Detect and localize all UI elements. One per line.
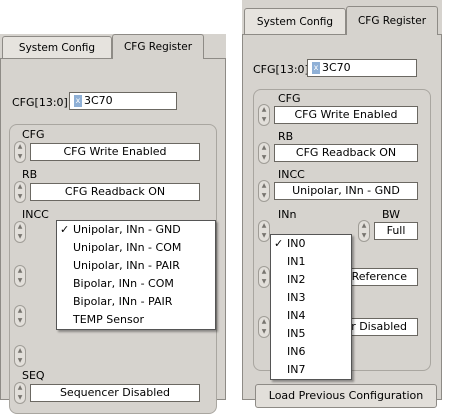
incc-ring[interactable]: ▲ ▼ bbox=[14, 221, 34, 243]
ring-arrows-icon[interactable]: ▲ ▼ bbox=[14, 181, 26, 203]
menu-item[interactable]: Bipolar, INn - PAIR bbox=[57, 293, 215, 311]
menu-item[interactable]: ✓ Unipolar, INn - GND bbox=[57, 221, 215, 239]
menu-item[interactable]: Bipolar, INn - COM bbox=[57, 275, 215, 293]
incc-ring-value: Unipolar, INn - GND bbox=[274, 182, 418, 200]
left-window: System Config CFG Register CFG[13:0] x 3C… bbox=[0, 34, 226, 414]
rb-ring-value: CFG Readback ON bbox=[274, 144, 418, 162]
ring-stub[interactable]: ▲ ▼ bbox=[14, 305, 34, 327]
load-previous-configuration-button[interactable]: Load Previous Configuration bbox=[255, 384, 437, 408]
checkmark-icon: ✓ bbox=[60, 223, 70, 236]
ring-arrows-icon[interactable]: ▲ ▼ bbox=[14, 221, 26, 243]
menu-item[interactable]: ✓ IN0 bbox=[271, 235, 351, 253]
ring-stub[interactable]: ▲ ▼ bbox=[14, 265, 34, 287]
menu-item-label: IN7 bbox=[287, 363, 306, 376]
seq-title: SEQ bbox=[22, 369, 45, 382]
menu-item-label: Unipolar, INn - PAIR bbox=[73, 259, 180, 272]
menu-item-label: IN3 bbox=[287, 291, 306, 304]
menu-item[interactable]: IN7 bbox=[271, 361, 351, 379]
menu-item-label: IN0 bbox=[287, 237, 306, 250]
menu-item[interactable]: IN3 bbox=[271, 289, 351, 307]
menu-item[interactable]: IN6 bbox=[271, 343, 351, 361]
tab-label: System Config bbox=[256, 15, 334, 28]
right-tab-strip: System Config CFG Register bbox=[242, 0, 442, 35]
ring-arrows-icon[interactable]: ▲ ▼ bbox=[258, 220, 270, 242]
tab-label: CFG Register bbox=[357, 15, 427, 27]
tab-cfg-register[interactable]: CFG Register bbox=[346, 6, 438, 35]
menu-item-label: TEMP Sensor bbox=[73, 313, 144, 326]
menu-item[interactable]: Unipolar, INn - PAIR bbox=[57, 257, 215, 275]
cfg-register-value: 3C70 bbox=[322, 61, 351, 74]
menu-item-label: Unipolar, INn - COM bbox=[73, 241, 182, 254]
bw-ring-value: Full bbox=[374, 222, 418, 240]
ring-arrows-icon[interactable]: ▲ ▼ bbox=[14, 382, 26, 404]
cfg-title: CFG bbox=[22, 128, 45, 141]
ring-arrows-icon[interactable]: ▲ ▼ bbox=[14, 141, 26, 163]
cfg-register-label: CFG[13:0] bbox=[12, 96, 68, 109]
menu-item-label: Bipolar, INn - COM bbox=[73, 277, 174, 290]
menu-item-label: IN4 bbox=[287, 309, 306, 322]
radix-indicator[interactable]: x bbox=[74, 95, 82, 107]
incc-dropdown-menu: ✓ Unipolar, INn - GND Unipolar, INn - COM… bbox=[56, 220, 216, 330]
menu-item[interactable]: Unipolar, INn - COM bbox=[57, 239, 215, 257]
ring-arrows-icon[interactable]: ▲ ▼ bbox=[258, 316, 270, 338]
cfg-ring-value: CFG Write Enabled bbox=[30, 143, 200, 161]
tab-label: System Config bbox=[18, 41, 96, 54]
menu-item[interactable]: IN2 bbox=[271, 271, 351, 289]
seq-ring[interactable]: ▲ ▼ Sequencer Disabled bbox=[14, 382, 200, 404]
menu-item[interactable]: IN1 bbox=[271, 253, 351, 271]
rb-ring[interactable]: ▲ ▼ CFG Readback ON bbox=[258, 142, 418, 164]
rb-title: RB bbox=[22, 168, 38, 181]
menu-item-label: Unipolar, INn - GND bbox=[73, 223, 181, 236]
ring-arrows-icon[interactable]: ▲ ▼ bbox=[14, 265, 26, 287]
tab-label: CFG Register bbox=[123, 41, 193, 53]
ring-arrows-icon[interactable]: ▲ ▼ bbox=[258, 142, 270, 164]
inn-title: INn bbox=[278, 208, 297, 221]
menu-item-label: IN5 bbox=[287, 327, 306, 340]
inn-dropdown-menu: ✓ IN0 IN1 IN2 IN3 IN4 IN5 IN6 IN7 bbox=[270, 234, 352, 380]
menu-item[interactable]: TEMP Sensor bbox=[57, 311, 215, 329]
cfg-ring[interactable]: ▲ ▼ CFG Write Enabled bbox=[14, 141, 200, 163]
tab-system-config[interactable]: System Config bbox=[244, 8, 346, 34]
ring-arrows-icon[interactable]: ▲ ▼ bbox=[14, 305, 26, 327]
menu-item-label: IN1 bbox=[287, 255, 306, 268]
incc-title: INCC bbox=[22, 208, 49, 221]
checkmark-icon: ✓ bbox=[274, 237, 284, 250]
rb-ring-value: CFG Readback ON bbox=[30, 183, 200, 201]
ring-arrows-icon[interactable]: ▲ ▼ bbox=[358, 220, 370, 242]
cfg-register-input[interactable]: x 3C70 bbox=[69, 92, 177, 110]
cfg-ring[interactable]: ▲ ▼ CFG Write Enabled bbox=[258, 104, 418, 126]
ring-arrows-icon[interactable]: ▲ ▼ bbox=[258, 104, 270, 126]
cfg-ring-value: CFG Write Enabled bbox=[274, 106, 418, 124]
tab-system-config[interactable]: System Config bbox=[2, 36, 112, 58]
cfg-register-label: CFG[13:0] bbox=[253, 63, 309, 76]
cfg-register-value: 3C70 bbox=[84, 94, 113, 107]
cfg-register-input[interactable]: x 3C70 bbox=[307, 59, 417, 77]
ring-arrows-icon[interactable]: ▲ ▼ bbox=[14, 345, 26, 367]
ring-arrows-icon[interactable]: ▲ ▼ bbox=[258, 266, 270, 288]
seq-ring-value: Sequencer Disabled bbox=[30, 384, 200, 402]
incc-ring[interactable]: ▲ ▼ Unipolar, INn - GND bbox=[258, 180, 418, 202]
menu-item-label: IN6 bbox=[287, 345, 306, 358]
radix-indicator[interactable]: x bbox=[312, 62, 320, 74]
ring-stub[interactable]: ▲ ▼ bbox=[14, 345, 34, 367]
rb-ring[interactable]: ▲ ▼ CFG Readback ON bbox=[14, 181, 200, 203]
bw-ring[interactable]: ▲ ▼ Full bbox=[358, 220, 418, 242]
left-tab-strip: System Config CFG Register bbox=[0, 34, 226, 59]
menu-item[interactable]: IN5 bbox=[271, 325, 351, 343]
menu-item[interactable]: IN4 bbox=[271, 307, 351, 325]
menu-item-label: IN2 bbox=[287, 273, 306, 286]
menu-item-label: Bipolar, INn - PAIR bbox=[73, 295, 173, 308]
ring-arrows-icon[interactable]: ▲ ▼ bbox=[258, 180, 270, 202]
tab-cfg-register[interactable]: CFG Register bbox=[112, 34, 204, 59]
